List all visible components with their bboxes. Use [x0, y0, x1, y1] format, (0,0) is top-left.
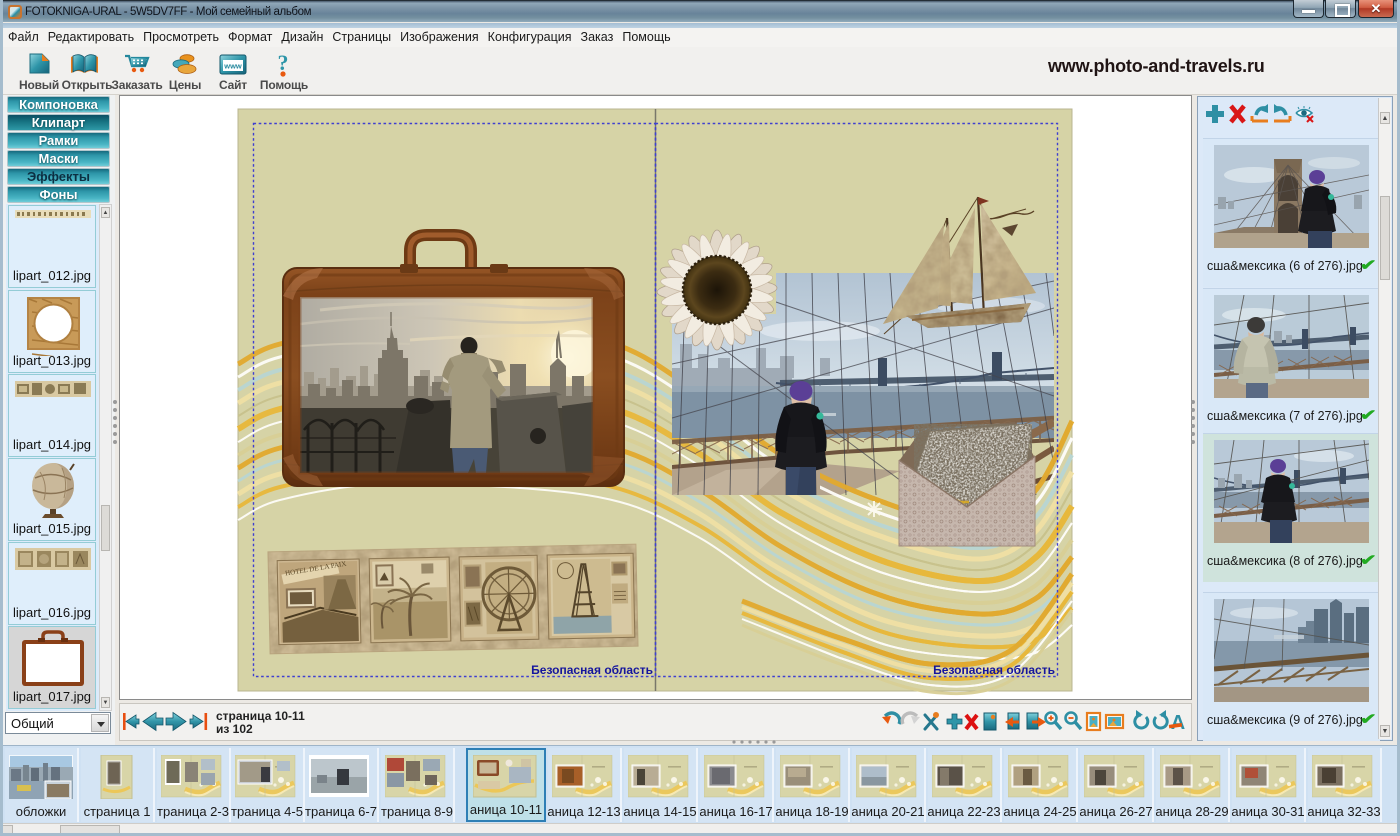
- svg-text:Безопасная область: Безопасная область: [531, 663, 653, 677]
- svg-text:?: ?: [278, 50, 289, 75]
- svg-text:www: www: [223, 62, 242, 71]
- svg-text:Безопасная область: Безопасная область: [933, 663, 1055, 677]
- svg-text:A: A: [1171, 712, 1185, 734]
